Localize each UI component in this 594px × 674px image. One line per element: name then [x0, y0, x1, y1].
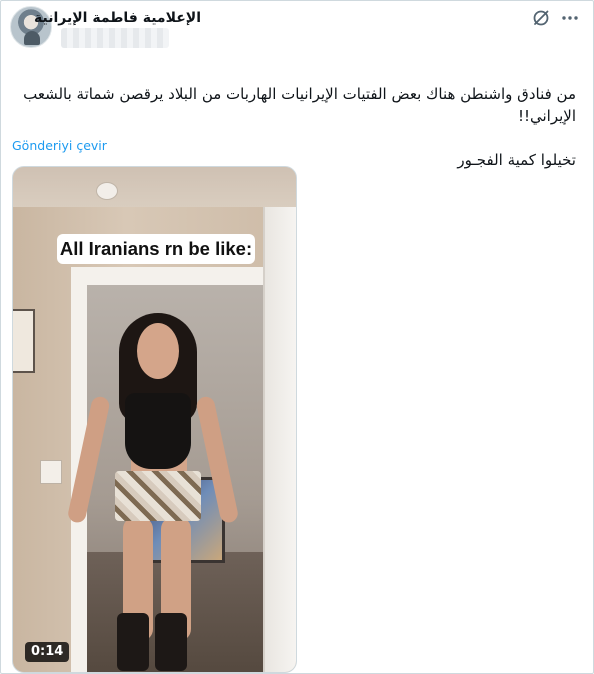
- video-scene-light-switch: [40, 460, 62, 484]
- video-caption: All Iranians rn be like:: [57, 234, 255, 264]
- video-person-top: [125, 393, 191, 469]
- video-duration-badge: 0:14: [25, 642, 70, 662]
- grok-icon[interactable]: [531, 8, 551, 28]
- blurred-handle: [61, 28, 169, 48]
- tweet-text-line-1: من فنادق واشنطن هناك بعض الفتيات الإيران…: [23, 85, 576, 125]
- video-person-left-arm: [66, 395, 111, 525]
- video-scene-light: [96, 182, 118, 200]
- video-person-left-boot: [117, 613, 149, 671]
- more-icon[interactable]: [560, 8, 580, 28]
- video-scene-wall-frame: [13, 309, 35, 373]
- video-person-shorts: [115, 471, 201, 521]
- video-scene-ceiling: [13, 167, 296, 207]
- video-person-right-boot: [155, 613, 187, 671]
- translate-link[interactable]: Gönderiyi çevir: [12, 138, 107, 153]
- display-name[interactable]: الإعلامية فاطمة الإيرانية: [34, 10, 201, 26]
- video-player[interactable]: All Iranians rn be like: 0:14: [12, 166, 297, 673]
- video-person-right-arm: [195, 395, 240, 525]
- video-scene-door: [263, 207, 296, 672]
- video-person-face: [137, 323, 179, 379]
- tweet-card[interactable]: الإعلامية فاطمة الإيرانية من فنادق واشنط…: [0, 0, 594, 674]
